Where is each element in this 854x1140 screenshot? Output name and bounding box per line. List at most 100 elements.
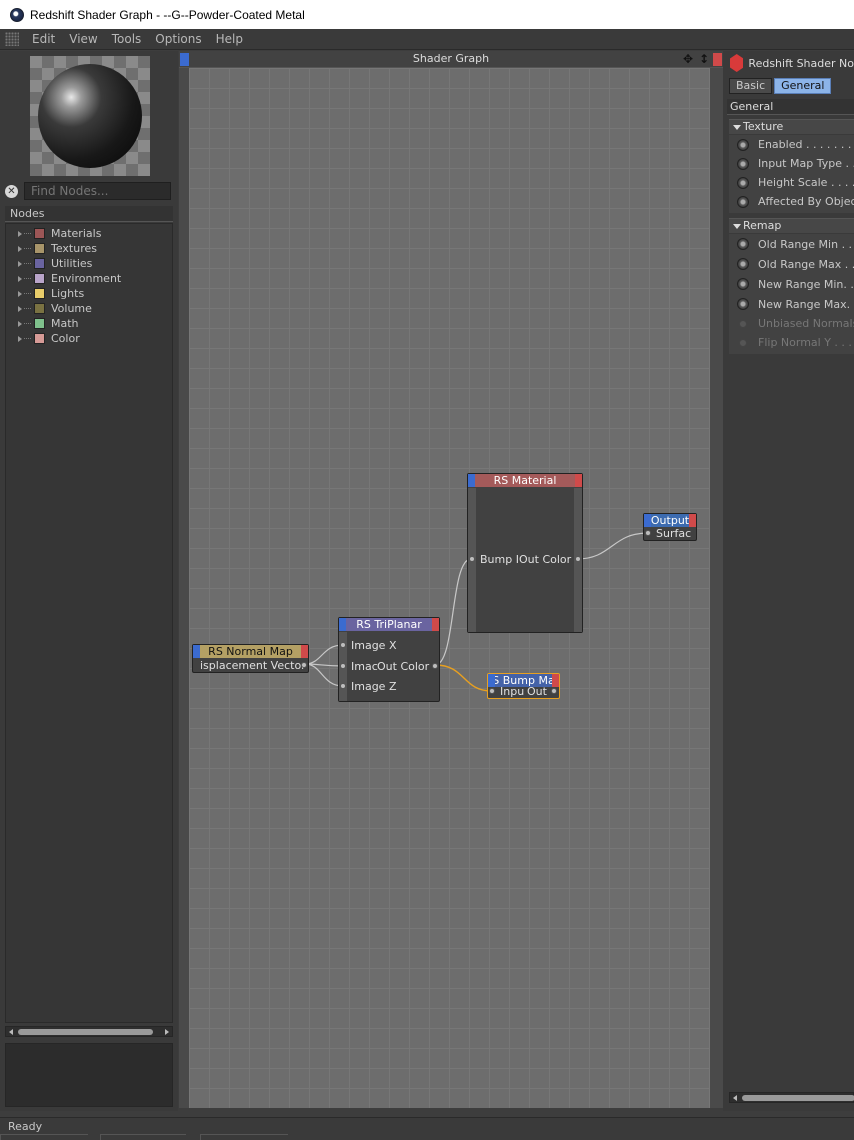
animation-radio-icon[interactable] bbox=[737, 298, 749, 310]
group-texture-body: Enabled . . . . . . . . Input Map Type .… bbox=[729, 135, 854, 213]
scroll-left-icon[interactable] bbox=[9, 1029, 13, 1035]
expand-arrow-icon[interactable] bbox=[18, 275, 22, 282]
port-input[interactable]: Inpu bbox=[500, 685, 524, 698]
group-texture-header[interactable]: Texture bbox=[729, 119, 854, 134]
expand-arrow-icon[interactable] bbox=[18, 335, 22, 342]
redshift-node-icon bbox=[730, 54, 744, 72]
group-remap-header[interactable]: Remap bbox=[729, 218, 854, 233]
attribute-title-bar: Redshift Shader No bbox=[723, 51, 854, 75]
clear-search-icon[interactable]: ✕ bbox=[5, 184, 18, 198]
output-port-dot[interactable] bbox=[301, 662, 307, 668]
tree-item-materials[interactable]: Materials bbox=[6, 226, 172, 241]
scrollbar-thumb[interactable] bbox=[742, 1095, 854, 1101]
port-displacement-vector[interactable]: isplacement Vector bbox=[200, 659, 306, 672]
node-title: RS Normal Map bbox=[208, 645, 293, 658]
port-image-x[interactable]: Image X bbox=[351, 639, 396, 652]
cinema4d-app-icon bbox=[10, 7, 24, 22]
attribute-title: Redshift Shader No bbox=[748, 56, 854, 70]
find-nodes-input[interactable] bbox=[24, 182, 171, 200]
output-port-dot[interactable] bbox=[432, 663, 438, 669]
expand-arrow-icon[interactable] bbox=[18, 260, 22, 267]
input-port-dot[interactable] bbox=[340, 663, 346, 669]
prop-old-range-min[interactable]: Old Range Min . . . bbox=[729, 234, 854, 254]
port-image-z[interactable]: Image Z bbox=[351, 680, 396, 693]
menu-edit[interactable]: Edit bbox=[25, 32, 62, 46]
pan-move-icon[interactable]: ✥ bbox=[683, 51, 693, 67]
animation-radio-icon[interactable] bbox=[737, 278, 749, 290]
port-bump-input[interactable]: Bump I bbox=[480, 553, 519, 566]
port-image-y[interactable]: Imac bbox=[351, 660, 378, 673]
expand-arrow-icon[interactable] bbox=[18, 230, 22, 237]
node-rs-triplanar[interactable]: RS TriPlanar Image X Imac Out Color Imag… bbox=[338, 617, 440, 702]
node-header[interactable]: RS TriPlanar bbox=[339, 618, 439, 631]
nodes-horizontal-scrollbar[interactable] bbox=[5, 1026, 173, 1037]
input-port-dot[interactable] bbox=[469, 556, 475, 562]
tab-general[interactable]: General bbox=[774, 78, 832, 94]
scrollbar-thumb[interactable] bbox=[18, 1029, 153, 1035]
category-swatch bbox=[34, 243, 45, 254]
panel-corner-red[interactable] bbox=[713, 53, 722, 66]
tree-item-label: Volume bbox=[51, 302, 92, 315]
node-description-panel bbox=[5, 1043, 173, 1107]
tab-basic[interactable]: Basic bbox=[729, 78, 773, 94]
grip-icon[interactable] bbox=[5, 32, 19, 46]
scroll-right-icon[interactable] bbox=[165, 1029, 169, 1035]
input-port-dot[interactable] bbox=[340, 642, 346, 648]
expand-arrow-icon[interactable] bbox=[18, 290, 22, 297]
animation-radio-icon[interactable] bbox=[737, 258, 749, 270]
node-header[interactable]: Output bbox=[644, 514, 696, 527]
port-out-color[interactable]: Out Color bbox=[519, 553, 571, 566]
node-rs-bump-map[interactable]: S Bump Ma Inpu Out bbox=[487, 673, 560, 699]
prop-new-range-max[interactable]: New Range Max. . . bbox=[729, 294, 854, 314]
prop-enabled[interactable]: Enabled . . . . . . . . bbox=[729, 135, 854, 154]
node-rs-material[interactable]: RS Material Bump I Out Color bbox=[467, 473, 583, 633]
animation-radio-icon[interactable] bbox=[737, 138, 749, 151]
port-out[interactable]: Out bbox=[527, 685, 547, 698]
tree-item-color[interactable]: Color bbox=[6, 331, 172, 346]
input-port-dot[interactable] bbox=[489, 688, 495, 694]
prop-height-scale[interactable]: Height Scale . . . . bbox=[729, 173, 854, 192]
animation-radio-icon[interactable] bbox=[737, 195, 749, 208]
panel-corner-blue[interactable] bbox=[180, 53, 189, 66]
animation-radio-icon[interactable] bbox=[737, 238, 749, 250]
node-output[interactable]: Output Surfac bbox=[643, 513, 697, 541]
prop-old-range-max[interactable]: Old Range Max . . bbox=[729, 254, 854, 274]
node-rs-normal-map[interactable]: RS Normal Map isplacement Vector bbox=[192, 644, 309, 673]
expand-arrow-icon[interactable] bbox=[18, 320, 22, 327]
animation-radio-icon[interactable] bbox=[737, 157, 749, 170]
output-port-dot[interactable] bbox=[551, 688, 557, 694]
tree-item-lights[interactable]: Lights bbox=[6, 286, 172, 301]
output-port-dot[interactable] bbox=[575, 556, 581, 562]
zoom-arrows-icon[interactable]: ↕ bbox=[699, 51, 709, 67]
expand-arrow-icon[interactable] bbox=[18, 245, 22, 252]
preview-sphere bbox=[38, 64, 142, 168]
prop-affected-by-object[interactable]: Affected By Object bbox=[729, 192, 854, 211]
collapse-triangle-icon[interactable] bbox=[733, 223, 741, 229]
input-port-dot[interactable] bbox=[340, 683, 346, 689]
expand-arrow-icon[interactable] bbox=[18, 305, 22, 312]
menu-help[interactable]: Help bbox=[209, 32, 250, 46]
tree-item-environment[interactable]: Environment bbox=[6, 271, 172, 286]
tree-item-math[interactable]: Math bbox=[6, 316, 172, 331]
prop-input-map-type[interactable]: Input Map Type . . bbox=[729, 154, 854, 173]
prop-new-range-min[interactable]: New Range Min. . . bbox=[729, 274, 854, 294]
graph-canvas[interactable] bbox=[189, 68, 710, 1108]
port-surface[interactable]: Surfac bbox=[656, 527, 691, 540]
node-header[interactable]: RS Material bbox=[468, 474, 582, 487]
tree-item-volume[interactable]: Volume bbox=[6, 301, 172, 316]
shader-graph-panel: Shader Graph ✥ ↕ bbox=[179, 51, 723, 1108]
scroll-left-icon[interactable] bbox=[733, 1095, 737, 1101]
input-port-dot[interactable] bbox=[645, 530, 651, 536]
tree-item-textures[interactable]: Textures bbox=[6, 241, 172, 256]
menu-view[interactable]: View bbox=[62, 32, 104, 46]
menu-tools[interactable]: Tools bbox=[105, 32, 149, 46]
animation-radio-icon[interactable] bbox=[737, 176, 749, 189]
category-swatch bbox=[34, 273, 45, 284]
port-out-color[interactable]: Out Color bbox=[377, 660, 429, 673]
menu-options[interactable]: Options bbox=[148, 32, 208, 46]
attribute-horizontal-scrollbar[interactable] bbox=[729, 1092, 854, 1103]
node-header[interactable]: RS Normal Map bbox=[193, 645, 308, 658]
collapse-triangle-icon[interactable] bbox=[733, 124, 741, 130]
tree-item-utilities[interactable]: Utilities bbox=[6, 256, 172, 271]
category-swatch bbox=[34, 303, 45, 314]
